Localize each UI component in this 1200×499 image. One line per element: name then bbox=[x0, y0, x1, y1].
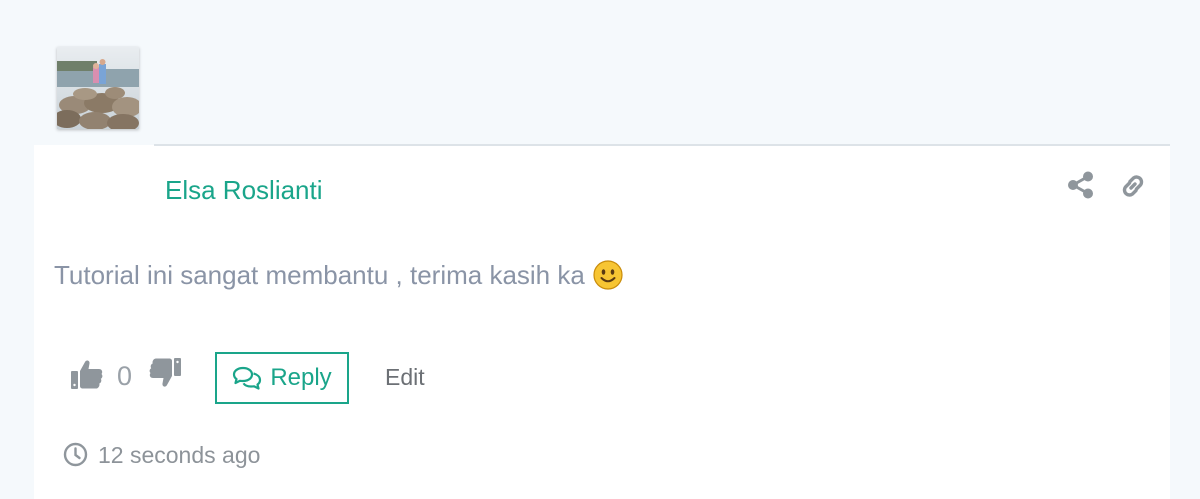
thumbs-down-icon[interactable] bbox=[148, 356, 182, 390]
reply-button[interactable]: Reply bbox=[215, 352, 349, 404]
comment-card-divider bbox=[154, 144, 1170, 146]
comment-timestamp[interactable]: 12 seconds ago bbox=[98, 440, 260, 470]
edit-link[interactable]: Edit bbox=[385, 363, 425, 391]
comments-icon bbox=[233, 366, 262, 390]
reply-label: Reply bbox=[270, 364, 332, 391]
comment-text: Tutorial ini sangat membantu , terima ka… bbox=[54, 260, 585, 290]
link-icon[interactable] bbox=[1117, 170, 1149, 202]
share-icon[interactable] bbox=[1066, 170, 1096, 200]
smiley-face-icon bbox=[593, 260, 623, 290]
comment-body: Tutorial ini sangat membantu , terima ka… bbox=[54, 258, 623, 292]
avatar bbox=[57, 47, 139, 129]
vote-count: 0 bbox=[117, 361, 133, 391]
avatar-photo bbox=[57, 47, 139, 129]
thumbs-up-icon[interactable] bbox=[70, 357, 104, 391]
comment-section: Elsa Roslianti Tutorial ini sangat memba… bbox=[0, 0, 1200, 499]
clock-icon bbox=[63, 442, 88, 467]
comment-author[interactable]: Elsa Roslianti bbox=[165, 174, 323, 206]
